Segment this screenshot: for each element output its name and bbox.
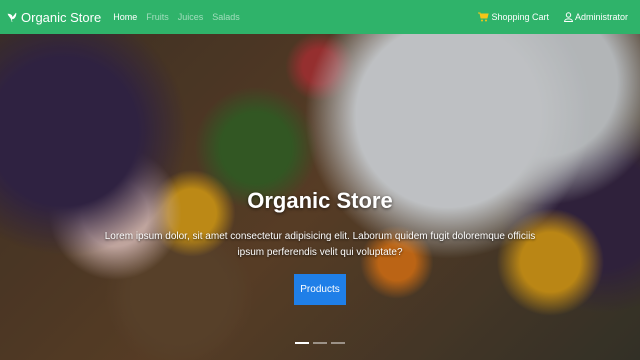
user-icon <box>563 12 573 22</box>
navbar: Organic Store Home Fruits Juices Salads … <box>0 0 640 34</box>
shopping-cart-link[interactable]: Shopping Cart <box>478 12 549 22</box>
leaf-icon <box>7 12 17 23</box>
hero-carousel: Organic Store Lorem ipsum dolor, sit ame… <box>0 34 640 360</box>
hero-caption: Organic Store Lorem ipsum dolor, sit ame… <box>0 34 640 360</box>
nav-right: Shopping Cart Administrator <box>478 12 634 22</box>
carousel-indicator-1[interactable] <box>295 342 309 344</box>
nav-link-juices[interactable]: Juices <box>178 12 204 22</box>
nav-link-salads[interactable]: Salads <box>212 12 240 22</box>
hero-title: Organic Store <box>247 188 393 213</box>
carousel-indicator-3[interactable] <box>331 342 345 344</box>
carousel-indicators <box>295 342 345 344</box>
administrator-link[interactable]: Administrator <box>563 12 628 22</box>
nav-links: Home Fruits Juices Salads <box>113 12 240 22</box>
brand[interactable]: Organic Store <box>6 10 101 25</box>
cart-icon <box>478 12 490 22</box>
shopping-cart-label: Shopping Cart <box>491 12 549 22</box>
brand-name: Organic Store <box>21 9 102 25</box>
hero-text: Lorem ipsum dolor, sit amet consectetur … <box>104 231 536 258</box>
products-button[interactable]: Products <box>294 274 346 305</box>
administrator-label: Administrator <box>574 12 628 22</box>
carousel-indicator-2[interactable] <box>313 342 327 344</box>
nav-link-home[interactable]: Home <box>113 12 137 22</box>
nav-link-fruits[interactable]: Fruits <box>146 12 169 22</box>
